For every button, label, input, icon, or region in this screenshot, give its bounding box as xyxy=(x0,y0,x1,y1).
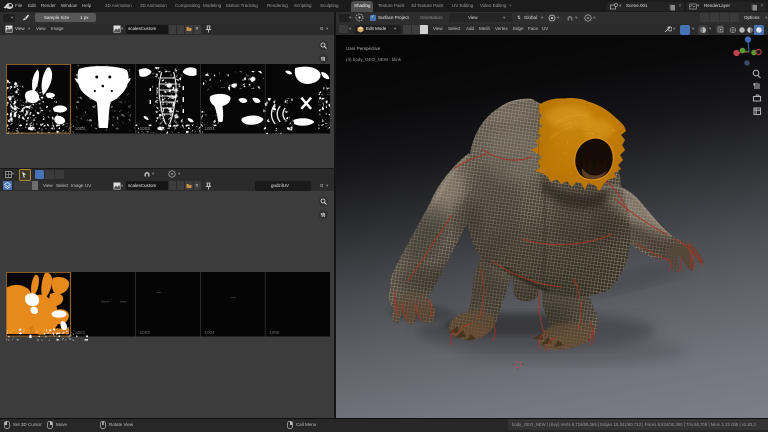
svg-text:1004: 1004 xyxy=(204,330,215,335)
svg-text:1003: 1003 xyxy=(140,126,151,131)
svg-text:1002: 1002 xyxy=(75,126,86,131)
svg-text:1005: 1005 xyxy=(269,330,280,335)
svg-text:1004: 1004 xyxy=(204,126,215,131)
svg-text:1002: 1002 xyxy=(75,330,86,335)
svg-text:1003: 1003 xyxy=(140,330,151,335)
